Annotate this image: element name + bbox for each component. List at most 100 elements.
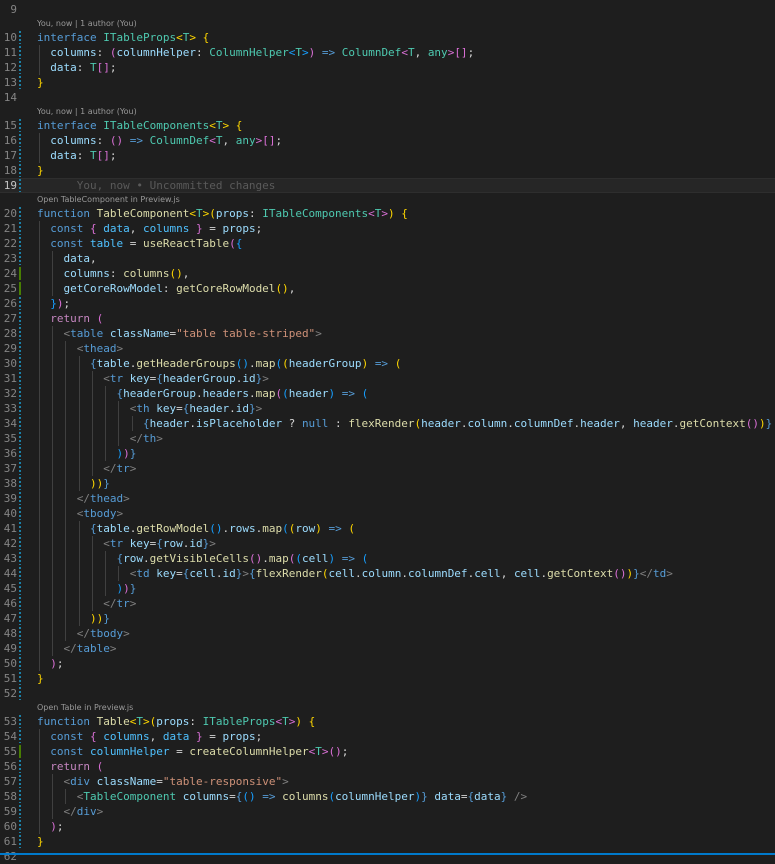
git-modified-marker[interactable] — [19, 342, 21, 355]
git-modified-marker[interactable] — [19, 327, 21, 340]
git-modified-marker[interactable] — [19, 805, 21, 818]
code-line[interactable]: 42 <tr key={row.id}> — [0, 536, 775, 551]
git-modified-marker[interactable] — [19, 119, 21, 132]
git-modified-marker[interactable] — [19, 134, 21, 147]
code-line[interactable]: 21 const { data, columns } = props; — [0, 221, 775, 236]
git-modified-marker[interactable] — [19, 537, 21, 550]
git-modified-marker[interactable] — [19, 672, 21, 685]
code-line[interactable]: 26 }); — [0, 296, 775, 311]
git-added-marker[interactable] — [19, 745, 21, 758]
git-modified-marker[interactable] — [19, 582, 21, 595]
git-modified-marker[interactable] — [19, 222, 21, 235]
code-line[interactable]: 47 ))} — [0, 611, 775, 626]
code-line[interactable]: 38 ))} — [0, 476, 775, 491]
code-line[interactable]: 48 </tbody> — [0, 626, 775, 641]
code-line[interactable]: 61} — [0, 834, 775, 849]
git-modified-marker[interactable] — [19, 207, 21, 220]
git-modified-marker[interactable] — [19, 387, 21, 400]
code-line[interactable]: 41 {table.getRowModel().rows.map((row) =… — [0, 521, 775, 536]
code-line[interactable]: 56 return ( — [0, 759, 775, 774]
code-line[interactable]: 37 </tr> — [0, 461, 775, 476]
git-modified-marker[interactable] — [19, 179, 21, 192]
code-line[interactable]: 44 <td key={cell.id}>{flexRender(cell.co… — [0, 566, 775, 581]
code-line[interactable]: 29 <thead> — [0, 341, 775, 356]
code-line[interactable]: 30 {table.getHeaderGroups().map((headerG… — [0, 356, 775, 371]
git-added-marker[interactable] — [19, 267, 21, 280]
git-modified-marker[interactable] — [19, 522, 21, 535]
code-line[interactable]: 60 ); — [0, 819, 775, 834]
code-line[interactable]: 54 const { columns, data } = props; — [0, 729, 775, 744]
git-modified-marker[interactable] — [19, 76, 21, 89]
code-line[interactable]: 57 <div className="table-responsive"> — [0, 774, 775, 789]
code-line[interactable]: 40 <tbody> — [0, 506, 775, 521]
code-line[interactable]: 16 columns: () => ColumnDef<T, any>[]; — [0, 133, 775, 148]
code-editor[interactable]: 9 You, now | 1 author (You) 10 interface IT… — [0, 0, 775, 863]
code-line[interactable]: 51} — [0, 671, 775, 686]
git-modified-marker[interactable] — [19, 612, 21, 625]
code-line[interactable]: 39 </thead> — [0, 491, 775, 506]
git-modified-marker[interactable] — [19, 760, 21, 773]
git-modified-marker[interactable] — [19, 790, 21, 803]
code-line[interactable]: 32 {headerGroup.headers.map((header) => … — [0, 386, 775, 401]
git-modified-marker[interactable] — [19, 297, 21, 310]
git-modified-marker[interactable] — [19, 252, 21, 265]
git-modified-marker[interactable] — [19, 149, 21, 162]
git-modified-marker[interactable] — [19, 657, 21, 670]
code-line[interactable]: 49 </table> — [0, 641, 775, 656]
code-line[interactable]: 10 interface ITableProps<T> { — [0, 30, 775, 45]
code-line[interactable]: 27 return ( — [0, 311, 775, 326]
code-line[interactable]: 52 — [0, 686, 775, 701]
code-line[interactable]: 50 ); — [0, 656, 775, 671]
git-added-marker[interactable] — [19, 282, 21, 295]
git-modified-marker[interactable] — [19, 237, 21, 250]
code-line[interactable]: 43 {row.getVisibleCells().map((cell) => … — [0, 551, 775, 566]
git-modified-marker[interactable] — [19, 432, 21, 445]
git-modified-marker[interactable] — [19, 492, 21, 505]
code-line[interactable]: 33 <th key={header.id}> — [0, 401, 775, 416]
code-line[interactable]: 28 <table className="table table-striped… — [0, 326, 775, 341]
git-modified-marker[interactable] — [19, 567, 21, 580]
code-line[interactable]: 58 <TableComponent columns={() => column… — [0, 789, 775, 804]
code-line[interactable]: 31 <tr key={headerGroup.id}> — [0, 371, 775, 386]
git-modified-marker[interactable] — [19, 312, 21, 325]
git-modified-marker[interactable] — [19, 775, 21, 788]
git-modified-marker[interactable] — [19, 687, 21, 700]
codelens-link[interactable]: You, now | 1 author (You) — [0, 17, 775, 30]
code-line[interactable]: 14 — [0, 90, 775, 105]
code-line[interactable]: 22 const table = useReactTable({ — [0, 236, 775, 251]
code-line[interactable]: 17 data: T[]; — [0, 148, 775, 163]
code-line[interactable]: 59 </div> — [0, 804, 775, 819]
code-line[interactable]: 53 function Table<T>(props: ITableProps<T… — [0, 714, 775, 729]
git-modified-marker[interactable] — [19, 715, 21, 728]
code-line[interactable]: 9 — [0, 2, 775, 17]
code-line[interactable]: 18} — [0, 163, 775, 178]
codelens-link[interactable]: Open Table in Preview.js — [0, 701, 775, 714]
code-line[interactable]: 36 ))} — [0, 446, 775, 461]
code-line[interactable]: 12 data: T[]; — [0, 60, 775, 75]
git-modified-marker[interactable] — [19, 402, 21, 415]
git-modified-marker[interactable] — [19, 46, 21, 59]
code-line[interactable]: 25 getCoreRowModel: getCoreRowModel(), — [0, 281, 775, 296]
git-modified-marker[interactable] — [19, 31, 21, 44]
code-line[interactable]: 11 columns: (columnHelper: ColumnHelper<… — [0, 45, 775, 60]
git-modified-marker[interactable] — [19, 462, 21, 475]
code-line[interactable]: 55 const columnHelper = createColumnHelp… — [0, 744, 775, 759]
code-line[interactable]: 46 </tr> — [0, 596, 775, 611]
code-line[interactable]: 24 columns: columns(), — [0, 266, 775, 281]
code-line[interactable]: 15 interface ITableComponents<T> { — [0, 118, 775, 133]
git-modified-marker[interactable] — [19, 447, 21, 460]
git-modified-marker[interactable] — [19, 627, 21, 640]
git-modified-marker[interactable] — [19, 642, 21, 655]
code-line[interactable]: 20 function TableComponent<T>(props: ITab… — [0, 206, 775, 221]
git-modified-marker[interactable] — [19, 597, 21, 610]
git-modified-marker[interactable] — [19, 835, 21, 848]
code-line[interactable]: 45 ))} — [0, 581, 775, 596]
git-modified-marker[interactable] — [19, 357, 21, 370]
git-modified-marker[interactable] — [19, 730, 21, 743]
code-line[interactable]: 23 data, — [0, 251, 775, 266]
code-line[interactable]: 19 You, now • Uncommitted changes — [0, 178, 775, 193]
git-modified-marker[interactable] — [19, 552, 21, 565]
codelens-link[interactable]: Open TableComponent in Preview.js — [0, 193, 775, 206]
git-modified-marker[interactable] — [19, 477, 21, 490]
git-modified-marker[interactable] — [19, 417, 21, 430]
